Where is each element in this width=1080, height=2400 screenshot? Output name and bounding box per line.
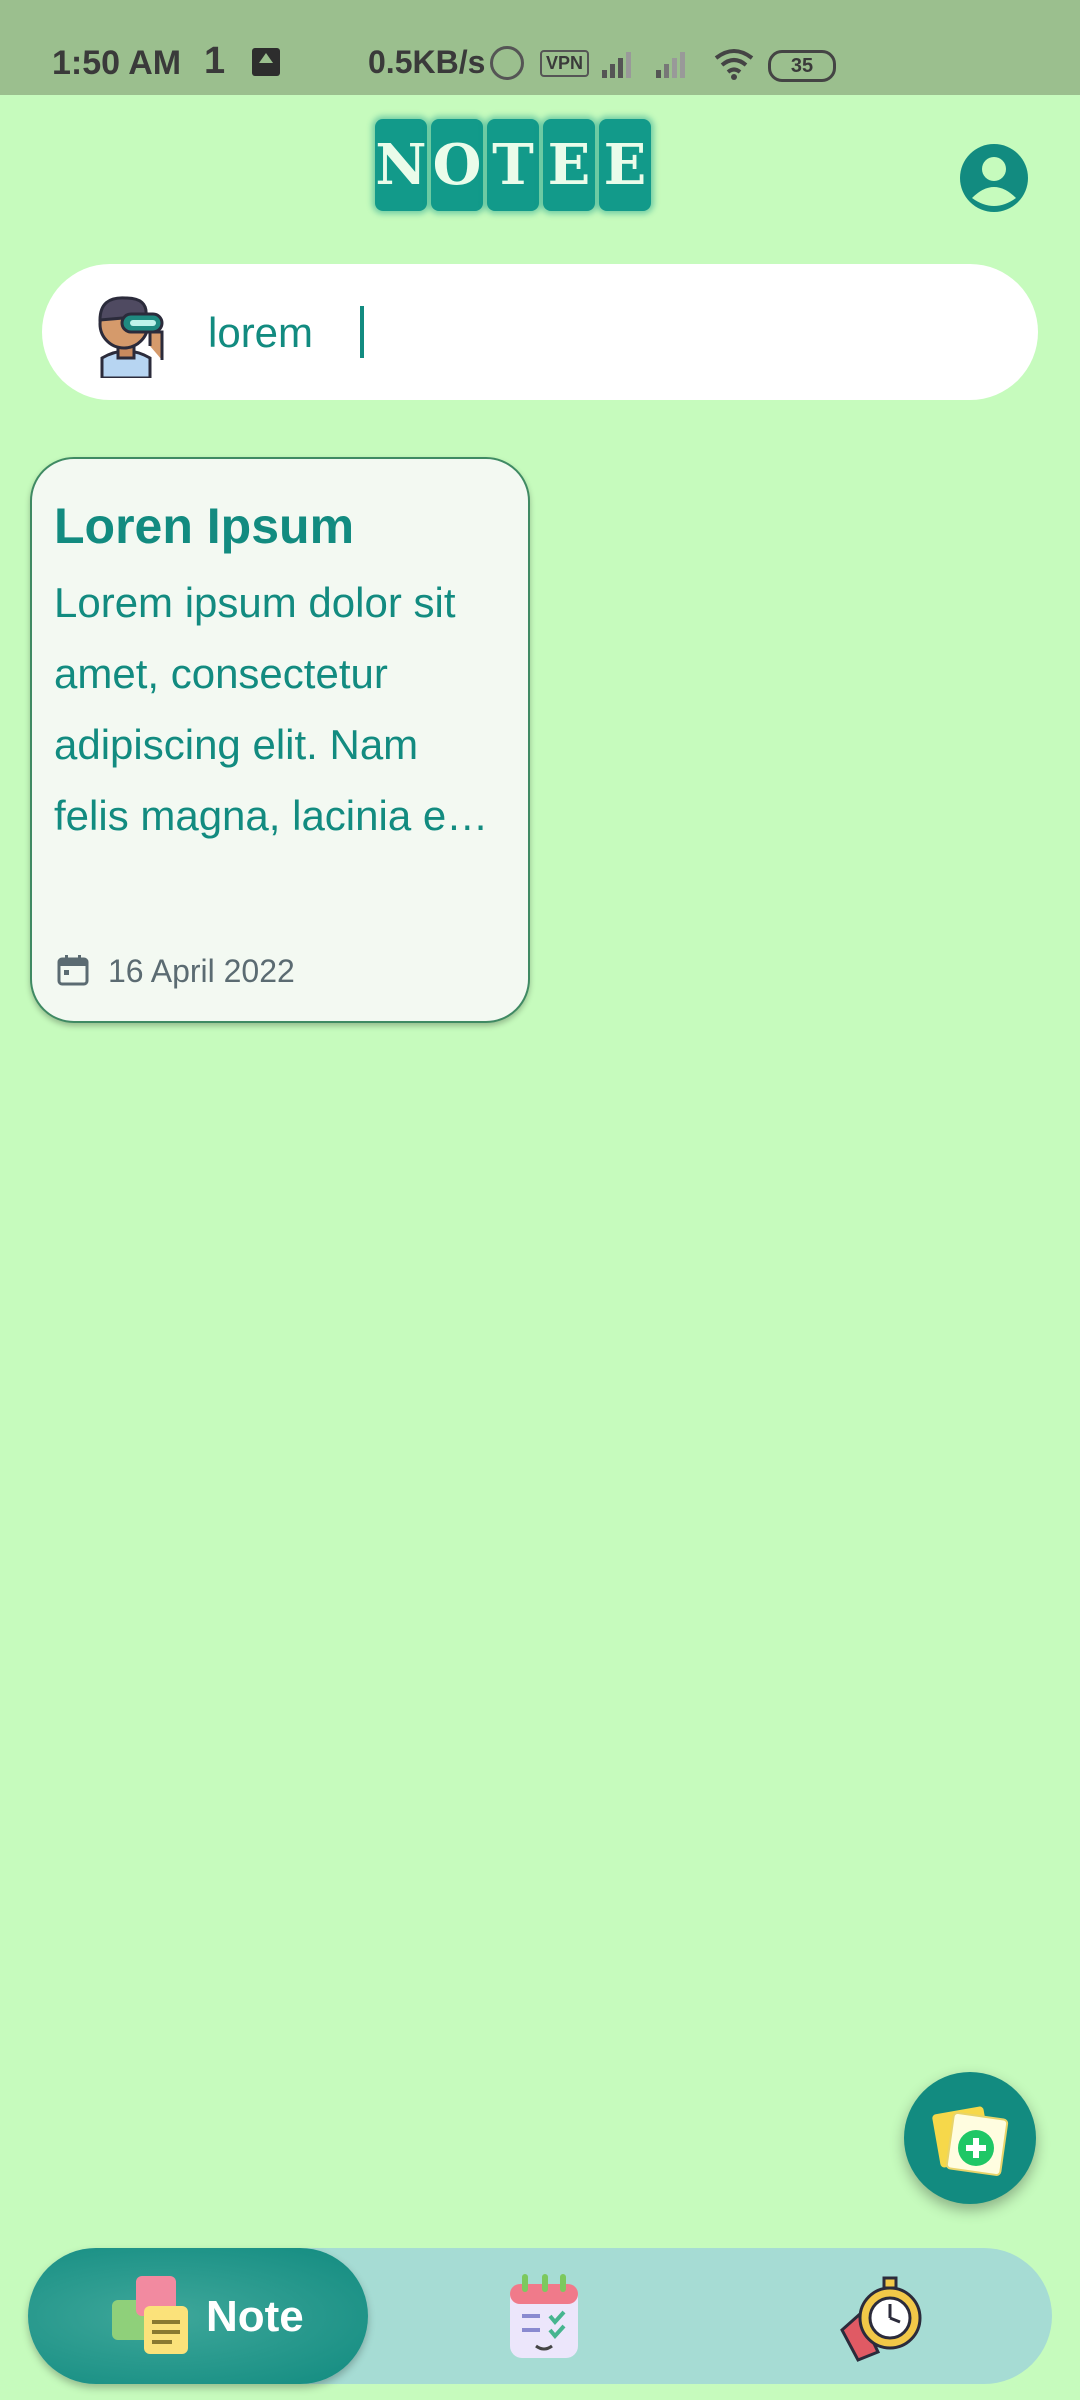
status-time: 1:50 AM	[52, 44, 182, 82]
alarm-icon	[490, 46, 524, 80]
note-date: 16 April 2022	[108, 953, 295, 989]
signal-icon	[602, 52, 631, 78]
upload-icon	[252, 48, 280, 76]
nav-item-note[interactable]: Note	[28, 2248, 368, 2384]
bottom-navigation: Note	[28, 2248, 1052, 2384]
timer-icon[interactable]	[838, 2270, 930, 2362]
nav-note-label: Note	[206, 2292, 304, 2341]
add-note-button[interactable]	[904, 2072, 1036, 2204]
vr-user-avatar-icon	[98, 296, 164, 378]
todo-calendar-icon[interactable]	[498, 2270, 590, 2362]
note-icon	[112, 2276, 188, 2354]
signal-icon-2	[656, 52, 685, 78]
logo-letter: E	[543, 119, 595, 211]
vpn-badge: VPN	[540, 50, 590, 77]
calendar-icon	[57, 955, 89, 986]
wifi-icon	[714, 49, 754, 80]
logo-letter: O	[431, 119, 483, 211]
status-bar: 1:50 AM 1 0.5KB/s VPN 35	[0, 0, 1080, 95]
app-logo: N O T E E	[375, 110, 651, 220]
text-caret	[360, 306, 364, 358]
search-input[interactable]	[206, 294, 990, 372]
status-notification: 1	[204, 40, 226, 82]
logo-letter: T	[487, 119, 539, 211]
network-speed: 0.5KB/s	[368, 44, 486, 80]
logo-letter: N	[375, 119, 427, 211]
battery-indicator: 35	[768, 50, 836, 82]
note-body: Lorem ipsum dolor sit amet, consectetur …	[54, 579, 489, 839]
add-note-icon	[932, 2106, 1009, 2176]
search-bar[interactable]	[42, 264, 1038, 400]
note-card[interactable]: Loren Ipsum Lorem ipsum dolor sit amet, …	[30, 457, 530, 1023]
logo-letter: E	[599, 119, 651, 211]
note-title: Loren Ipsum	[54, 498, 355, 554]
profile-icon[interactable]	[958, 142, 1030, 214]
